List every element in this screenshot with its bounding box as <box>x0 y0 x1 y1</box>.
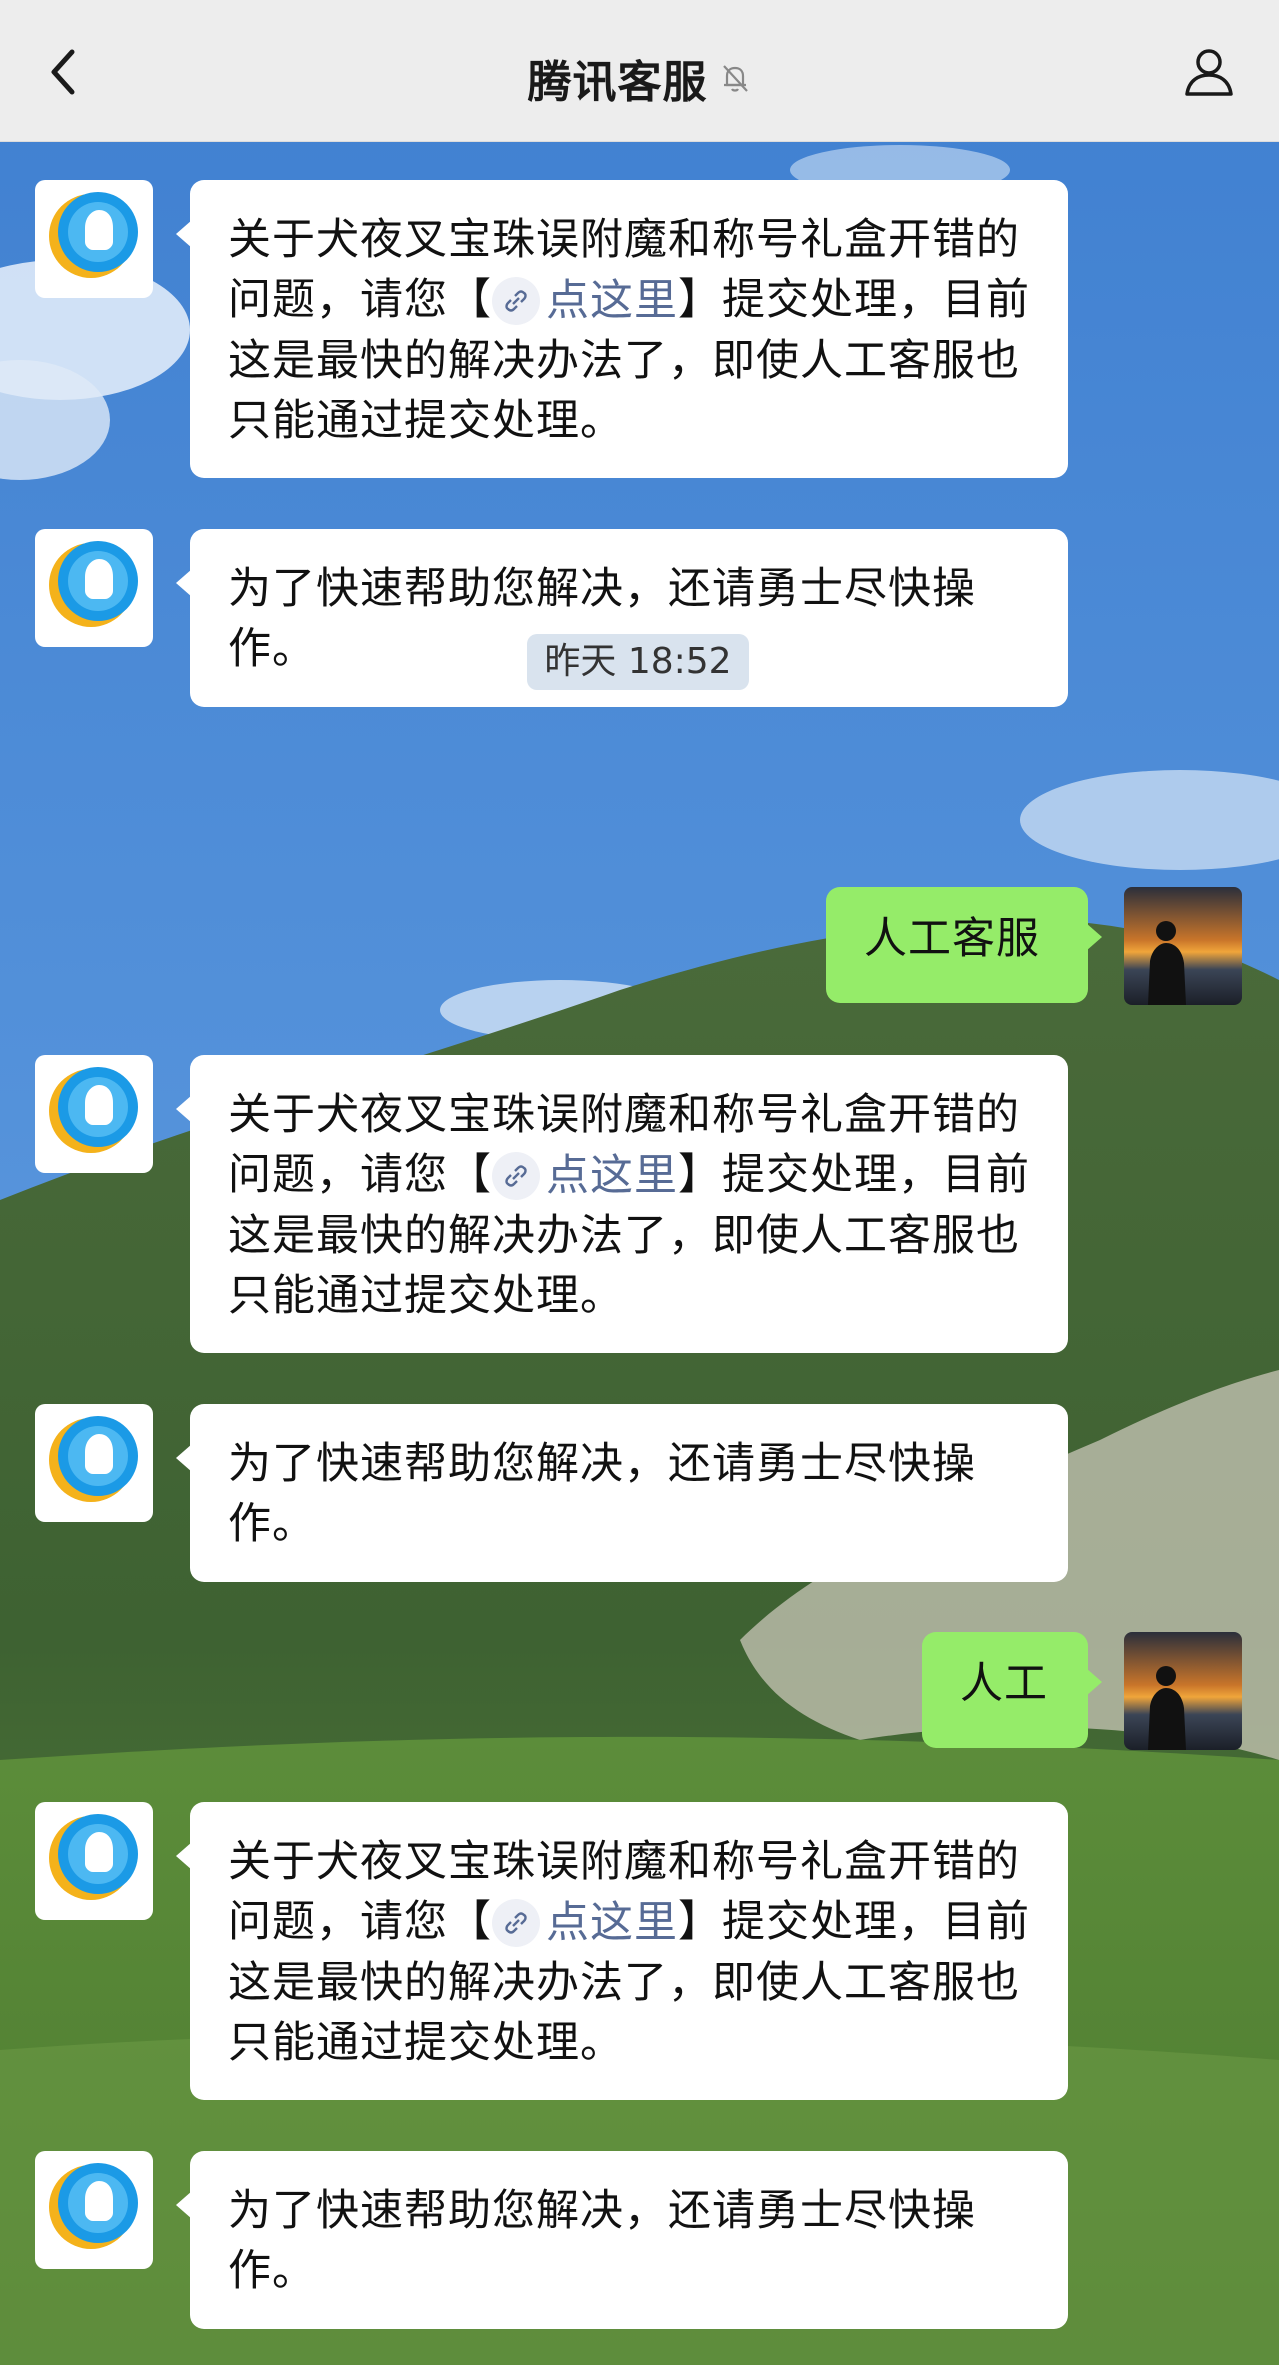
message-text: 为了快速帮助您解决，还请勇士尽快操作。 <box>228 1439 976 1549</box>
chat-title-area: 腾讯客服 <box>0 46 1279 110</box>
submit-link[interactable]: 点这里 <box>492 1893 678 1953</box>
tencent-service-logo-icon <box>49 1814 138 1900</box>
message-text: 人工 <box>960 1659 1048 1709</box>
message-bubble: 关于犬夜叉宝珠误附魔和称号礼盒开错的问题，请您【 点这里 】提交处理，目前这是最快的… <box>176 1055 1068 1353</box>
bell-off-icon <box>722 65 748 92</box>
message-text: 为了快速帮助您解决，还请勇士尽快操作。 <box>228 2186 976 2296</box>
bot-avatar[interactable] <box>35 2151 153 2269</box>
link-label: 点这里 <box>546 1151 678 1201</box>
person-icon <box>1185 49 1233 96</box>
bot-avatar[interactable] <box>35 529 153 647</box>
message-bubble: 为了快速帮助您解决，还请勇士尽快操作。 <box>176 2151 1068 2329</box>
link-label: 点这里 <box>546 1898 678 1948</box>
tencent-service-logo-icon <box>49 192 138 278</box>
user-message-bubble: 人工 <box>922 1632 1102 1748</box>
link-icon <box>492 277 540 325</box>
bot-avatar[interactable] <box>35 1802 153 1920</box>
tencent-service-logo-icon <box>49 1067 138 1153</box>
sunset-portrait-image <box>1124 1632 1242 1750</box>
tencent-service-logo-icon <box>49 1416 138 1502</box>
user-message-bubble: 人工客服 <box>826 887 1102 1003</box>
chat-info-button[interactable] <box>1179 42 1239 102</box>
user-avatar[interactable] <box>1124 887 1242 1005</box>
message-text: 人工客服 <box>864 914 1040 964</box>
message-bubble: 为了快速帮助您解决，还请勇士尽快操作。 <box>176 1404 1068 1582</box>
bot-avatar[interactable] <box>35 1055 153 1173</box>
user-avatar[interactable] <box>1124 1632 1242 1750</box>
timestamp: 昨天 18:52 <box>527 634 749 690</box>
navigation-bar: 腾讯客服 <box>0 0 1279 142</box>
tencent-service-logo-icon <box>49 541 138 627</box>
submit-link[interactable]: 点这里 <box>492 1146 678 1206</box>
link-label: 点这里 <box>546 276 678 326</box>
submit-link[interactable]: 点这里 <box>492 271 678 331</box>
link-icon <box>492 1152 540 1200</box>
bot-avatar[interactable] <box>35 180 153 298</box>
sunset-portrait-image <box>1124 887 1242 1005</box>
bot-avatar[interactable] <box>35 1404 153 1522</box>
link-icon <box>492 1899 540 1947</box>
message-bubble: 关于犬夜叉宝珠误附魔和称号礼盒开错的问题，请您【 点这里 】提交处理，目前这是最快的… <box>176 180 1068 478</box>
chat-title: 腾讯客服 <box>527 57 708 108</box>
tencent-service-logo-icon <box>49 2163 138 2249</box>
message-bubble: 关于犬夜叉宝珠误附魔和称号礼盒开错的问题，请您【 点这里 】提交处理，目前这是最快的… <box>176 1802 1068 2100</box>
